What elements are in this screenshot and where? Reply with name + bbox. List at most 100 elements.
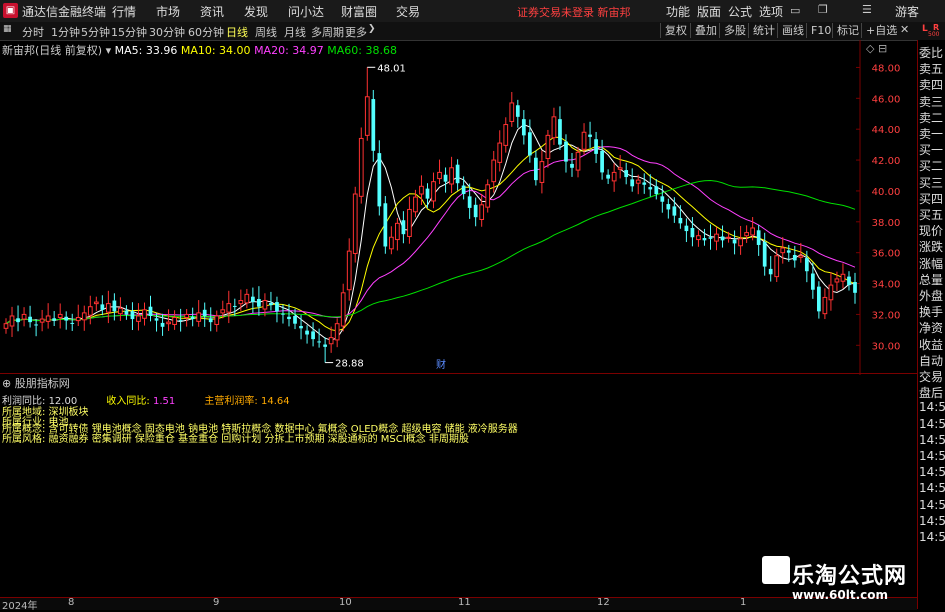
more-chevron-icon[interactable]: ❯: [368, 24, 376, 34]
candle-body: [39, 318, 45, 323]
menu-formula[interactable]: 公式: [728, 3, 752, 20]
candle-body: [377, 153, 382, 207]
menu-news[interactable]: 资讯: [200, 3, 224, 20]
candle-body: [34, 324, 38, 326]
menu-wealth-circle[interactable]: 财富圈: [341, 3, 377, 20]
candlestick-chart[interactable]: 48.00 46.00 44.00 42.00 40.00 38.00 36.00 34.00…: [0, 40, 917, 375]
menu-trade[interactable]: 交易: [396, 3, 420, 20]
candle-body: [696, 235, 701, 241]
candle-body: [328, 337, 334, 345]
candle-body: [232, 305, 237, 307]
candle-body: [521, 119, 526, 136]
tool-statistics[interactable]: 统计: [748, 23, 779, 38]
side-item: 现价: [919, 224, 944, 239]
menu-layout[interactable]: 版面: [697, 3, 721, 20]
period-5min[interactable]: 5分钟: [81, 24, 110, 40]
tool-add-watchlist[interactable]: +自选: [861, 23, 901, 38]
side-item: 买二: [919, 159, 944, 174]
period-weekly[interactable]: 周线: [255, 24, 277, 40]
tool-adjust[interactable]: 复权: [660, 23, 691, 38]
candle-body: [52, 318, 57, 321]
candle-body: [600, 150, 604, 173]
tool-multi-stock[interactable]: 多股: [719, 23, 750, 38]
candle-body: [64, 316, 69, 321]
y-tick-label: 30.00: [872, 341, 901, 352]
period-60min[interactable]: 60分钟: [188, 24, 224, 40]
candle-body: [473, 204, 478, 218]
tool-draw[interactable]: 画线: [777, 23, 808, 38]
candle-body: [611, 171, 617, 182]
candle-body: [431, 181, 436, 202]
y-tick-label: 34.00: [872, 280, 901, 291]
candle-body: [750, 227, 756, 236]
candle-body: [9, 315, 15, 327]
grid-menu-icon[interactable]: ▦: [3, 24, 12, 34]
candle-body: [527, 132, 532, 156]
x-label: 12: [597, 597, 610, 608]
side-item: 盘后: [919, 386, 944, 401]
watermark-text: 乐淘公式网: [792, 564, 908, 589]
candle-body: [371, 99, 376, 151]
candle-body: [208, 318, 213, 323]
user-icon[interactable]: ☰: [862, 3, 872, 16]
side-item: 换手: [919, 305, 944, 320]
candle-body: [690, 227, 695, 238]
menu-quotes[interactable]: 行情: [112, 3, 136, 20]
candle-body: [154, 318, 159, 321]
period-monthly[interactable]: 月线: [284, 24, 306, 40]
tool-mark[interactable]: 标记: [832, 23, 863, 38]
candle-body: [160, 322, 165, 327]
candle-body: [840, 273, 846, 282]
period-1min[interactable]: 1分钟: [51, 24, 80, 40]
candle-body: [792, 254, 797, 261]
candle-body: [112, 300, 117, 312]
candle-body: [3, 323, 9, 329]
candle-body: [756, 230, 761, 245]
menu-options[interactable]: 选项: [759, 3, 783, 20]
minimize-icon[interactable]: ▭: [790, 4, 800, 17]
candle-body: [311, 331, 315, 340]
close-icon[interactable]: ✕: [900, 23, 909, 36]
tool-f10[interactable]: F10: [806, 23, 835, 38]
candle-body: [672, 206, 677, 216]
candle-body: [678, 217, 683, 224]
candle-body: [413, 196, 418, 213]
candle-body: [449, 167, 454, 185]
candle-body: [293, 315, 297, 324]
period-30min[interactable]: 30分钟: [149, 24, 185, 40]
ma60-line: [5, 179, 856, 325]
guest-label[interactable]: 游客: [895, 3, 919, 20]
candle-body: [57, 313, 63, 319]
candle-body: [726, 236, 731, 239]
candle-body: [251, 296, 255, 303]
candle-body: [419, 185, 424, 195]
menu-function[interactable]: 功能: [666, 3, 690, 20]
menu-discover[interactable]: 发现: [244, 3, 268, 20]
candle-body: [21, 313, 27, 320]
period-multi[interactable]: 多周期: [311, 24, 344, 40]
menu-ask[interactable]: 问小达: [288, 3, 324, 20]
candle-body: [214, 315, 220, 325]
candle-body: [461, 185, 466, 195]
restore-icon[interactable]: ❐: [818, 3, 828, 16]
y-tick-label: 44.00: [872, 125, 901, 136]
tool-overlay[interactable]: 叠加: [690, 23, 721, 38]
revenue-yoy-label: 收入同比:: [106, 396, 150, 407]
menu-market[interactable]: 市场: [156, 3, 180, 20]
candle-body: [275, 302, 279, 312]
candle-body: [105, 303, 111, 313]
period-15min[interactable]: 15分钟: [111, 24, 147, 40]
x-label: 2024年: [2, 601, 38, 612]
candle-body: [810, 273, 815, 290]
ma5-line: [5, 124, 856, 341]
side-item: 买一: [919, 143, 944, 158]
y-tick-label: 36.00: [872, 249, 901, 260]
y-tick-label: 40.00: [872, 187, 901, 198]
candle-body: [196, 312, 202, 322]
candle-body: [388, 236, 394, 250]
period-intraday[interactable]: 分时: [22, 24, 44, 40]
period-daily[interactable]: 日线: [226, 24, 248, 40]
candle-body: [401, 220, 406, 235]
period-more[interactable]: 更多: [345, 24, 367, 40]
candle-body: [780, 247, 786, 254]
